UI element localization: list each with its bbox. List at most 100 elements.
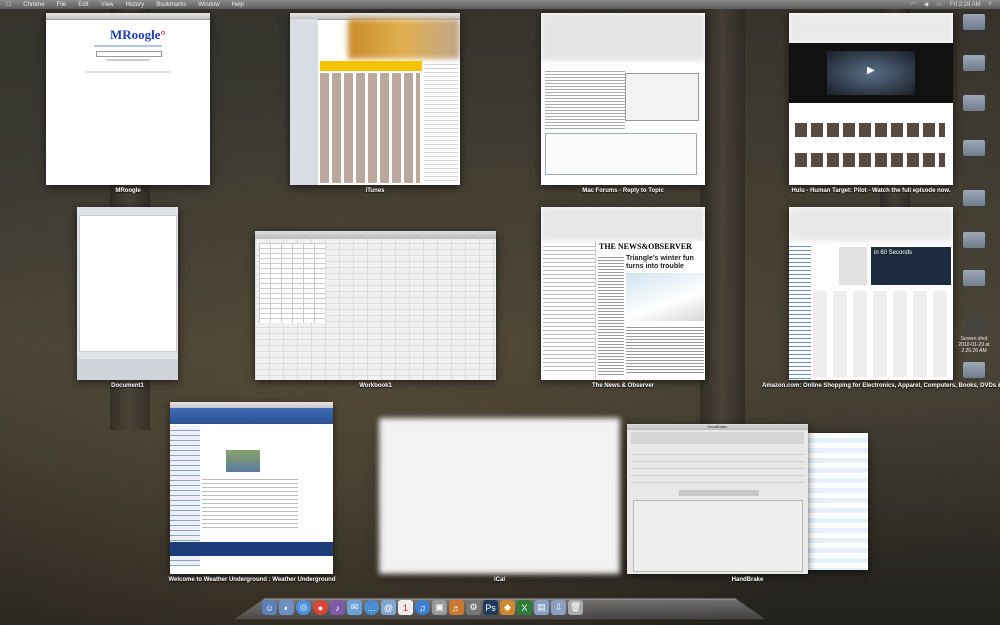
- footer-links: [86, 71, 170, 73]
- reply-box[interactable]: [545, 133, 697, 175]
- window-caption: Workbook1: [359, 383, 392, 389]
- product-grid: [813, 291, 949, 377]
- menu-item-file[interactable]: File: [57, 2, 67, 8]
- kindle-image: [839, 247, 867, 285]
- window-handbrake-queue[interactable]: [808, 433, 868, 570]
- clock[interactable]: Fri 2:28 AM: [950, 2, 981, 8]
- ribbon: [255, 231, 496, 239]
- logo-suffix: °: [160, 27, 166, 42]
- top-charts: [424, 61, 458, 181]
- itunes-sidebar: [290, 19, 318, 185]
- promo-bar: [320, 61, 422, 71]
- finder-icon[interactable]: ☺: [262, 600, 277, 615]
- status-area: [77, 359, 178, 380]
- window-macforums[interactable]: [541, 13, 705, 185]
- text-column: [626, 325, 704, 375]
- window-newsobserver[interactable]: THE NEWS&OBSERVER Triangle's winter fun …: [541, 207, 705, 380]
- menu-item-bookmarks[interactable]: Bookmarks: [156, 2, 186, 8]
- masthead: THE NEWS&OBSERVER: [599, 242, 692, 251]
- mroogle-logo: MRoogle°: [110, 27, 166, 43]
- search-input[interactable]: [96, 51, 162, 57]
- window-ical[interactable]: [379, 418, 620, 574]
- weather-header: [170, 408, 333, 424]
- address-book-icon[interactable]: @: [381, 600, 396, 615]
- window-document[interactable]: [77, 207, 178, 380]
- itunes-icon[interactable]: ♫: [415, 600, 430, 615]
- smilies-panel: [625, 73, 699, 121]
- window-caption: MRoogle: [115, 188, 141, 194]
- menu-item-edit[interactable]: Edit: [78, 2, 88, 8]
- folder-icon[interactable]: [963, 270, 985, 286]
- folder-icon[interactable]: [963, 190, 985, 206]
- battery-icon[interactable]: ▭: [936, 1, 942, 8]
- toolbar: [631, 432, 804, 444]
- headline: Triangle's winter fun turns into trouble: [626, 255, 694, 270]
- forum-header: [541, 13, 705, 61]
- window-weather[interactable]: [170, 402, 333, 574]
- video-player[interactable]: ▶: [789, 43, 953, 103]
- window-amazon[interactable]: in 60 Seconds: [789, 207, 953, 380]
- weather-footer: [170, 542, 333, 556]
- garageband-icon[interactable]: ♬: [449, 600, 464, 615]
- thumbnail-row: [795, 123, 945, 137]
- document-page[interactable]: [79, 215, 177, 352]
- preview-icon[interactable]: ▣: [432, 600, 447, 615]
- queue-list: [808, 433, 868, 570]
- menu-item-view[interactable]: View: [101, 2, 114, 8]
- excel-icon[interactable]: X: [517, 600, 532, 615]
- mail-icon[interactable]: ✉: [347, 600, 362, 615]
- screenshot-file-icon[interactable]: [963, 318, 985, 334]
- handbrake-icon[interactable]: ◆: [500, 600, 515, 615]
- volume-icon[interactable]: ◀: [924, 1, 929, 8]
- spotlight-icon[interactable]: ⌕: [989, 1, 992, 8]
- system-preferences-icon[interactable]: ⚙: [466, 600, 481, 615]
- apple-menu-icon[interactable]: : [6, 1, 11, 8]
- newspaper-page: THE NEWS&OBSERVER Triangle's winter fun …: [595, 241, 705, 380]
- folder-icon[interactable]: [963, 140, 985, 156]
- folder-icon[interactable]: [963, 14, 985, 30]
- text-column: [598, 255, 624, 375]
- dock: ☺ ◐ ◎ ● ♪ ✉ … @ 1 ♫ ▣ ♬ ⚙ Ps ◆ X ▤ ⇩ 🗑: [262, 600, 583, 616]
- folder-stack-icon[interactable]: ▤: [534, 600, 549, 615]
- settings-tabs[interactable]: [679, 490, 759, 496]
- folder-icon[interactable]: [963, 95, 985, 111]
- window-mroogle[interactable]: MRoogle°: [46, 13, 210, 185]
- ichat-icon[interactable]: …: [364, 600, 379, 615]
- window-caption: Document1: [111, 383, 144, 389]
- window-caption: iCal: [493, 577, 505, 583]
- folder-icon[interactable]: [963, 232, 985, 248]
- window-caption: iTunes: [365, 188, 385, 194]
- window-handbrake[interactable]: HandBrake: [627, 424, 808, 574]
- spreadsheet-page[interactable]: [259, 243, 325, 323]
- photoshop-icon[interactable]: Ps: [483, 600, 498, 615]
- menu-item-help[interactable]: Help: [232, 2, 244, 8]
- window-caption: Mac Forums - Reply to Topic: [582, 188, 664, 194]
- search-buttons: [106, 59, 150, 61]
- source-settings: [631, 448, 804, 488]
- forecast-list: [202, 476, 298, 530]
- menu-item-window[interactable]: Window: [198, 2, 219, 8]
- menu-item-app[interactable]: Chrome: [23, 2, 44, 8]
- us-weather-map: [226, 450, 260, 472]
- wifi-icon[interactable]: ◠: [910, 1, 915, 8]
- browser-header: [789, 207, 953, 241]
- folder-icon[interactable]: [963, 55, 985, 71]
- downloads-stack-icon[interactable]: ⇩: [551, 600, 566, 615]
- hulu-header: [789, 13, 953, 43]
- play-icon[interactable]: ▶: [867, 65, 875, 76]
- folder-icon[interactable]: [963, 362, 985, 378]
- window-hulu[interactable]: ▶: [789, 13, 953, 185]
- ical-icon[interactable]: 1: [398, 600, 413, 615]
- itunes-purple-icon[interactable]: ♪: [330, 600, 345, 615]
- window-caption: Hulu - Human Target: Pilot - Watch the f…: [791, 188, 951, 194]
- window-caption: HandBrake: [731, 577, 764, 583]
- menu-item-history[interactable]: History: [126, 2, 145, 8]
- dashboard-icon[interactable]: ◐: [279, 600, 294, 615]
- chrome-icon[interactable]: ●: [313, 600, 328, 615]
- trash-icon[interactable]: 🗑: [568, 600, 583, 615]
- post-text: [545, 69, 625, 129]
- window-itunes[interactable]: [290, 13, 460, 185]
- safari-icon[interactable]: ◎: [296, 600, 311, 615]
- window-workbook[interactable]: [255, 231, 496, 380]
- window-caption: The News & Observer: [591, 383, 655, 389]
